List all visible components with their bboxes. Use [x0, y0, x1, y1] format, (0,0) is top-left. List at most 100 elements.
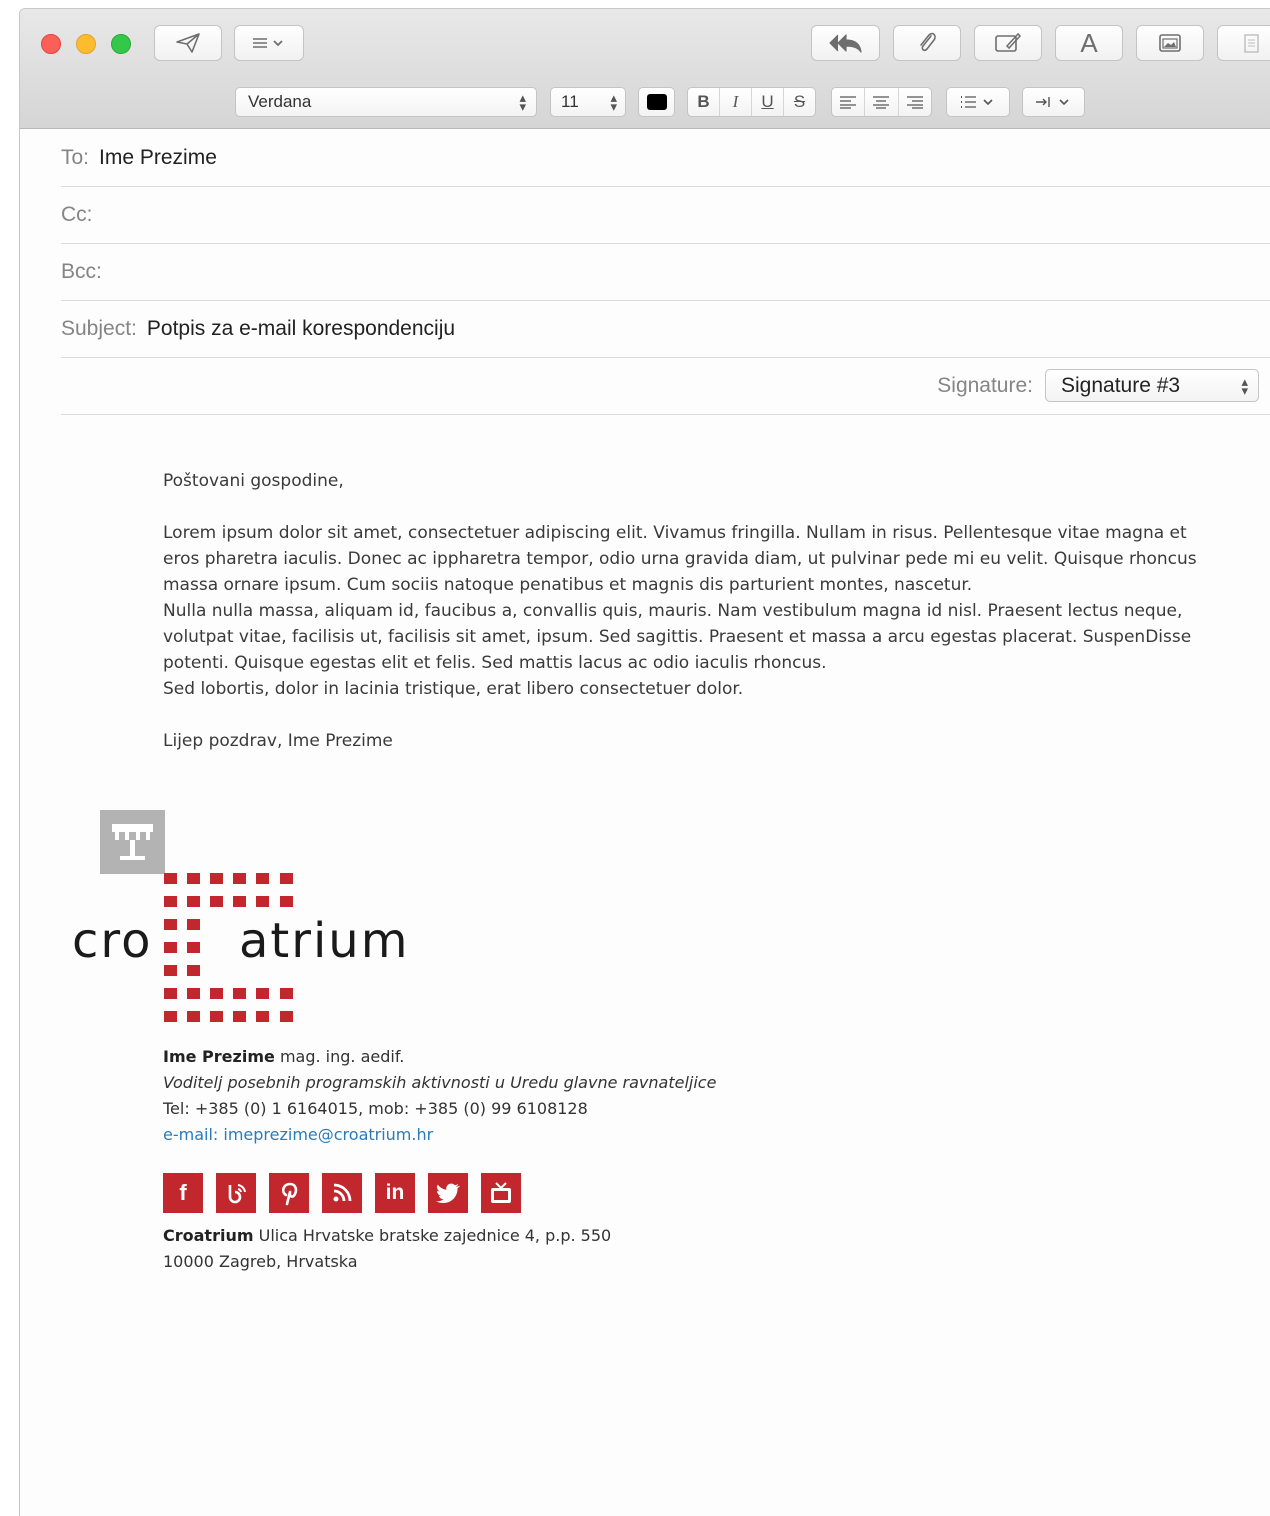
- blog-icon[interactable]: [216, 1173, 256, 1213]
- to-recipient[interactable]: Ime Prezime: [99, 146, 217, 170]
- text-style-group: B I U S: [687, 87, 816, 117]
- toolbar: A Verdana ▴ ▾ 11 ▴ ▾ B I U S: [20, 9, 1270, 129]
- logo-emblem-icon: [100, 810, 165, 874]
- signature-name-line: Ime Prezime mag. ing. aedif.: [163, 1044, 716, 1070]
- subject-field[interactable]: Subject: Potpis za e-mail korespondencij…: [61, 300, 1270, 358]
- cc-label: Cc:: [61, 202, 93, 226]
- logo-text-cro: cro: [72, 913, 153, 969]
- logo-dot: [233, 988, 246, 999]
- tv-icon[interactable]: [481, 1173, 521, 1213]
- company-block: Croatrium Ulica Hrvatske bratske zajedni…: [163, 1223, 611, 1275]
- logo-dot: [280, 1011, 293, 1022]
- paperclip-icon: [920, 32, 936, 52]
- italic-button[interactable]: I: [720, 88, 752, 116]
- photo-browser-button[interactable]: [1136, 25, 1204, 61]
- logo-dot: [210, 873, 223, 884]
- markup-button[interactable]: [974, 25, 1042, 61]
- company-address-1: Ulica Hrvatske bratske zajednice 4, p.p.…: [258, 1226, 612, 1245]
- reply-all-button[interactable]: [811, 25, 880, 61]
- logo-dot: [164, 988, 177, 999]
- alignment-group: [831, 87, 932, 117]
- croatrium-logo: cro atrium: [70, 809, 430, 1022]
- align-center-button[interactable]: [865, 88, 899, 116]
- logo-dot: [187, 988, 200, 999]
- rss-icon[interactable]: [322, 1173, 362, 1213]
- close-button[interactable]: [41, 34, 61, 54]
- strikethrough-button[interactable]: S: [784, 88, 815, 116]
- attach-button[interactable]: [893, 25, 961, 61]
- stationery-button[interactable]: [1217, 25, 1270, 61]
- signature-phone: Tel: +385 (0) 1 6164015, mob: +385 (0) 9…: [163, 1099, 588, 1118]
- to-label: To:: [61, 145, 90, 169]
- logo-dot: [280, 988, 293, 999]
- format-button[interactable]: A: [1055, 25, 1123, 61]
- signature-select[interactable]: Signature #3 ▴ ▾: [1045, 369, 1259, 402]
- subject-label: Subject:: [61, 316, 137, 340]
- header-fields-button[interactable]: [234, 25, 304, 61]
- logo-dot: [164, 919, 177, 930]
- list-chevron-icon: [253, 38, 283, 48]
- to-field[interactable]: To: Ime Prezime: [61, 129, 1270, 187]
- facebook-icon[interactable]: f: [163, 1173, 203, 1213]
- logo-dot: [210, 988, 223, 999]
- signature-label: Signature:: [937, 373, 1033, 397]
- format-a-icon: A: [1080, 27, 1098, 58]
- list-style-button[interactable]: [946, 87, 1010, 117]
- logo-dot: [256, 873, 269, 884]
- logo-dot: [256, 896, 269, 907]
- reply-all-icon: [828, 34, 862, 53]
- linkedin-icon[interactable]: in: [375, 1173, 415, 1213]
- align-right-icon: [906, 96, 923, 109]
- markup-icon: [995, 32, 1022, 52]
- logo-dot: [164, 942, 177, 953]
- underline-button[interactable]: U: [752, 88, 784, 116]
- signature-title: mag. ing. aedif.: [279, 1047, 405, 1066]
- company-line: Croatrium Ulica Hrvatske bratske zajedni…: [163, 1223, 611, 1249]
- logo-dot: [233, 873, 246, 884]
- logo-text-atrium: atrium: [239, 913, 410, 969]
- greeting: Poštovani gospodine,: [163, 471, 344, 491]
- logo-dot: [280, 873, 293, 884]
- minimize-button[interactable]: [76, 34, 96, 54]
- indent-chevron-icon: [1035, 97, 1069, 107]
- signature-email-link[interactable]: e-mail: imeprezime@croatrium.hr: [163, 1122, 716, 1148]
- subject-value[interactable]: Potpis za e-mail korespondenciju: [147, 317, 455, 341]
- closing: Lijep pozdrav, Ime Prezime: [163, 731, 393, 751]
- paper-plane-icon: [176, 33, 200, 53]
- logo-dot: [164, 873, 177, 884]
- bcc-label: Bcc:: [61, 259, 102, 283]
- company-name: Croatrium: [163, 1226, 254, 1245]
- pinterest-icon[interactable]: [269, 1173, 309, 1213]
- body-paragraph-2: Nulla nulla massa, aliquam id, faucibus …: [163, 601, 1192, 673]
- logo-dot: [187, 942, 200, 953]
- logo-dot: [164, 1011, 177, 1022]
- zoom-button[interactable]: [111, 34, 131, 54]
- logo-dot: [164, 965, 177, 976]
- logo-dot: [187, 1011, 200, 1022]
- body-paragraph-1: Lorem ipsum dolor sit amet, consectetuer…: [163, 523, 1197, 595]
- align-center-icon: [873, 96, 890, 109]
- align-right-button[interactable]: [899, 88, 931, 116]
- font-size-select[interactable]: 11 ▴ ▾: [550, 87, 626, 117]
- signature-name: Ime Prezime: [163, 1047, 275, 1066]
- bold-button[interactable]: B: [688, 88, 720, 116]
- indent-button[interactable]: [1022, 87, 1085, 117]
- font-size-value: 11: [561, 92, 579, 111]
- bcc-field[interactable]: Bcc:: [61, 243, 1270, 301]
- cc-field[interactable]: Cc:: [61, 186, 1270, 244]
- updown-chevron-icon: ▴ ▾: [1241, 373, 1248, 398]
- logo-dot: [187, 873, 200, 884]
- logo-dot: [280, 896, 293, 907]
- align-left-button[interactable]: [832, 88, 866, 116]
- bullet-list-icon: [961, 96, 993, 108]
- text-color-button[interactable]: [638, 87, 675, 117]
- font-family-select[interactable]: Verdana ▴ ▾: [235, 87, 537, 117]
- twitter-icon[interactable]: [428, 1173, 468, 1213]
- font-family-value: Verdana: [248, 92, 312, 111]
- logo-dot: [187, 896, 200, 907]
- logo-dot: [187, 919, 200, 930]
- send-button[interactable]: [154, 25, 222, 61]
- photo-icon: [1159, 34, 1181, 52]
- logo-dot: [164, 896, 177, 907]
- signature-row: Signature: Signature #3 ▴ ▾: [61, 357, 1270, 415]
